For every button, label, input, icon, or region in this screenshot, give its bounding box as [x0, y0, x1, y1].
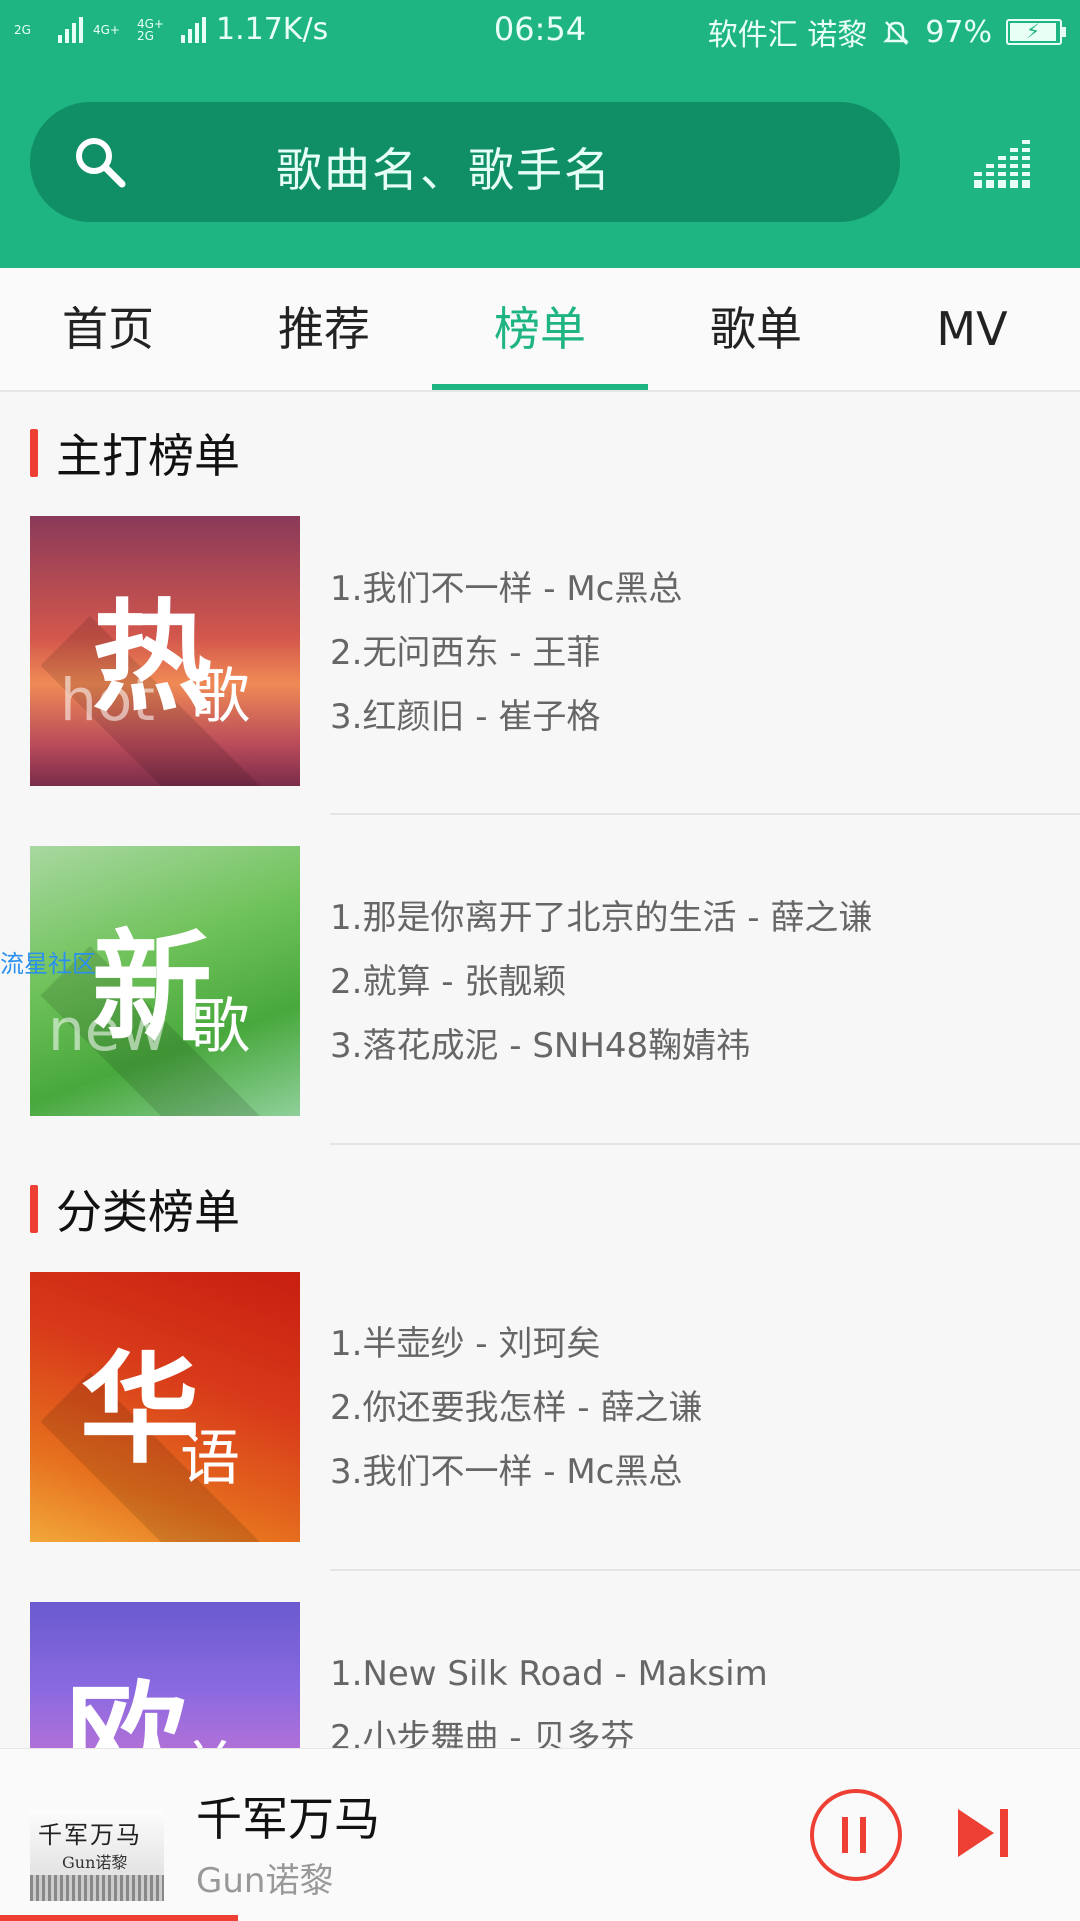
divider — [330, 813, 1080, 815]
chart-song-list[interactable]: 1.那是你离开了北京的生活 - 薛之谦 2.就算 - 张靓颖 3.落花成泥 - … — [330, 886, 872, 1078]
cover-english: hot — [60, 666, 155, 734]
mini-player[interactable]: 千军万马 Gun诺黎 千军万马 Gun诺黎 — [0, 1748, 1080, 1921]
album-art[interactable]: 千军万马 Gun诺黎 — [30, 1809, 164, 1901]
chart-cover-chinese[interactable]: 华 语 — [30, 1272, 300, 1542]
pause-button[interactable] — [810, 1789, 902, 1881]
search-placeholder[interactable]: 歌曲名、歌手名 — [276, 134, 612, 200]
song-item[interactable]: 1.我们不一样 - Mc黑总 — [330, 557, 682, 621]
chart-cover-hot[interactable]: 热 歌 hot — [30, 516, 300, 786]
album-art-title: 千军万马 — [38, 1821, 142, 1849]
search-icon[interactable] — [70, 132, 130, 192]
battery-percent: 97% — [925, 14, 992, 50]
now-playing-artist: Gun诺黎 — [196, 1861, 334, 1901]
song-item[interactable]: 3.我们不一样 - Mc黑总 — [330, 1440, 702, 1504]
cover-english: new — [48, 996, 168, 1064]
section-accent-bar — [30, 1185, 38, 1233]
bell-muted-icon — [883, 21, 910, 45]
album-art-artist: Gun诺黎 — [62, 1853, 128, 1872]
playback-progress[interactable] — [0, 1915, 238, 1921]
section-title: 主打榜单 — [56, 429, 240, 483]
section-header-category: 分类榜单 — [30, 1184, 240, 1239]
tab-bar: 首页 推荐 榜单 歌单 MV — [0, 268, 1080, 392]
cover-subtitle: 歌 — [190, 662, 250, 732]
section-title: 分类榜单 — [56, 1185, 240, 1239]
album-art-crowd — [30, 1875, 164, 1901]
app-header: 2G 4G+ 4G+ 2G 1.17K/s 06:54 软件汇 诺黎 97% ⚡… — [0, 0, 1080, 268]
tab-playlists[interactable]: 歌单 — [648, 268, 864, 390]
battery-icon: ⚡ — [1006, 19, 1066, 45]
search-bar[interactable]: 歌曲名、歌手名 — [30, 102, 900, 222]
chart-cover-western[interactable]: 欧 美 — [30, 1602, 300, 1748]
divider — [330, 1143, 1080, 1145]
next-track-icon[interactable] — [958, 1809, 1010, 1857]
carrier-name: 软件汇 诺黎 — [707, 18, 868, 53]
cover-subtitle: 语 — [180, 1424, 240, 1494]
divider — [330, 1569, 1080, 1571]
song-item[interactable]: 2.无问西东 - 王菲 — [330, 621, 682, 685]
section-header-main: 主打榜单 — [30, 428, 240, 483]
cover-subtitle: 美 — [180, 1722, 240, 1748]
song-item[interactable]: 1.半壶纱 - 刘珂矣 — [330, 1312, 702, 1376]
equalizer-icon[interactable] — [974, 138, 1034, 188]
watermark-text: 流星社区 — [0, 950, 96, 978]
tab-charts[interactable]: 榜单 — [432, 268, 648, 390]
chart-song-list[interactable]: 1.半壶纱 - 刘珂矣 2.你还要我怎样 - 薛之谦 3.我们不一样 - Mc黑… — [330, 1312, 702, 1504]
cover-title: 欧 — [66, 1671, 186, 1748]
status-bar: 2G 4G+ 4G+ 2G 1.17K/s 06:54 软件汇 诺黎 97% ⚡ — [0, 0, 1080, 56]
section-accent-bar — [30, 429, 38, 477]
tab-home[interactable]: 首页 — [0, 268, 216, 390]
tab-mv[interactable]: MV — [864, 268, 1080, 390]
song-item[interactable]: 2.你还要我怎样 - 薛之谦 — [330, 1376, 702, 1440]
pause-icon — [860, 1817, 866, 1853]
chart-cover-new[interactable]: 新 歌 new — [30, 846, 300, 1116]
song-item[interactable]: 1.New Silk Road - Maksim — [330, 1642, 768, 1706]
tab-recommend[interactable]: 推荐 — [216, 268, 432, 390]
song-item[interactable]: 3.落花成泥 - SNH48鞠婧祎 — [330, 1014, 872, 1078]
chart-song-list[interactable]: 1.我们不一样 - Mc黑总 2.无问西东 - 王菲 3.红颜旧 - 崔子格 — [330, 557, 682, 749]
now-playing-title[interactable]: 千军万马 — [196, 1783, 380, 1849]
song-item[interactable]: 2.小步舞曲 - 贝多芬 — [330, 1706, 768, 1748]
active-tab-indicator — [432, 384, 648, 390]
song-item[interactable]: 1.那是你离开了北京的生活 - 薛之谦 — [330, 886, 872, 950]
cover-subtitle: 歌 — [190, 992, 250, 1062]
chart-song-list[interactable]: 1.New Silk Road - Maksim 2.小步舞曲 - 贝多芬 — [330, 1642, 768, 1748]
pause-icon — [842, 1817, 848, 1853]
song-item[interactable]: 2.就算 - 张靓颖 — [330, 950, 872, 1014]
song-item[interactable]: 3.红颜旧 - 崔子格 — [330, 685, 682, 749]
status-right: 软件汇 诺黎 97% ⚡ — [707, 10, 1066, 54]
